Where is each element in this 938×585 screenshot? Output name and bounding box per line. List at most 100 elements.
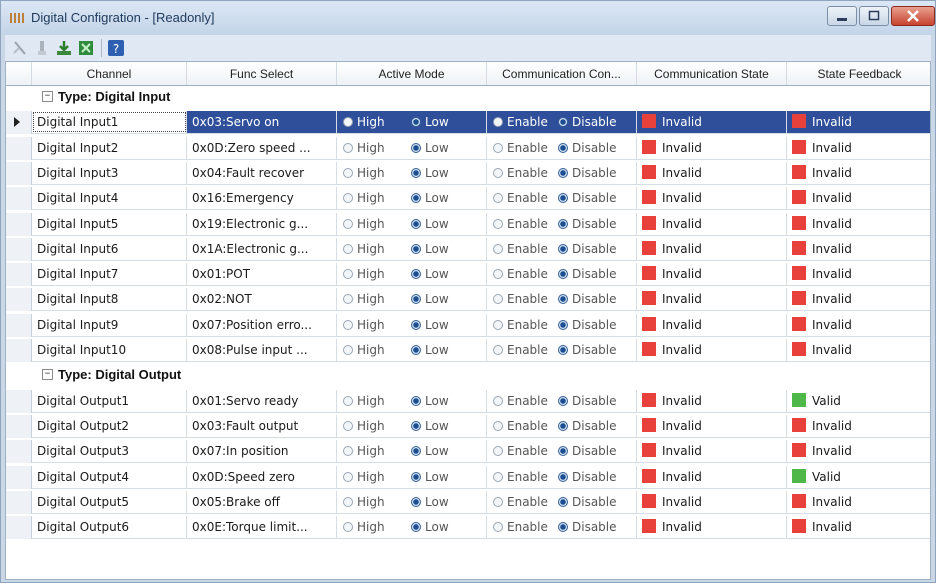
radio-low-icon[interactable]: [411, 269, 421, 280]
func-select-cell[interactable]: 0x0D:Zero speed ...: [187, 136, 337, 159]
active-mode-high-option[interactable]: High: [343, 415, 385, 437]
column-header-active-mode[interactable]: Active Mode: [337, 62, 487, 86]
radio-high-icon[interactable]: [343, 395, 353, 406]
active-mode-high-option[interactable]: High: [343, 491, 385, 513]
row-selector[interactable]: [6, 187, 32, 211]
group-header-row[interactable]: − Type: Digital Output: [6, 364, 930, 387]
func-select-cell[interactable]: 0x1A:Electronic g...: [187, 237, 337, 260]
radio-enable-icon[interactable]: [493, 167, 503, 178]
comm-disable-option[interactable]: Disable: [558, 415, 617, 437]
channel-cell[interactable]: Digital Input9: [32, 313, 187, 336]
active-mode-low-option[interactable]: Low: [411, 466, 449, 488]
radio-disable-icon[interactable]: [558, 269, 568, 280]
radio-high-icon[interactable]: [343, 218, 353, 229]
comm-disable-option[interactable]: Disable: [558, 238, 617, 260]
row-selector[interactable]: [6, 465, 32, 489]
active-mode-high-option[interactable]: High: [343, 137, 385, 159]
active-mode-high-option[interactable]: High: [343, 288, 385, 310]
table-row[interactable]: Digital Input1 0x03:Servo on High Low Enable…: [6, 111, 930, 135]
collapse-toggle-icon[interactable]: −: [42, 91, 53, 102]
radio-low-icon[interactable]: [411, 319, 421, 330]
table-row[interactable]: Digital Input9 0x07:Position erro... High L…: [6, 313, 930, 337]
radio-low-icon[interactable]: [411, 294, 421, 305]
channel-cell[interactable]: Digital Input4: [32, 187, 187, 210]
radio-enable-icon[interactable]: [493, 446, 503, 457]
active-mode-low-option[interactable]: Low: [411, 111, 449, 133]
table-row[interactable]: Digital Input7 0x01:POT High Low Enable Disab…: [6, 263, 930, 287]
comm-disable-option[interactable]: Disable: [558, 187, 617, 209]
radio-high-icon[interactable]: [343, 142, 353, 153]
radio-low-icon[interactable]: [411, 117, 421, 128]
column-header-state-feedback[interactable]: State Feedback: [787, 62, 932, 86]
channel-cell[interactable]: Digital Input5: [32, 212, 187, 235]
active-mode-low-option[interactable]: Low: [411, 238, 449, 260]
func-select-cell[interactable]: 0x04:Fault recover: [187, 161, 337, 184]
comm-enable-option[interactable]: Enable: [493, 339, 548, 361]
row-selector[interactable]: [6, 237, 32, 261]
download-icon[interactable]: [55, 39, 73, 57]
radio-disable-icon[interactable]: [558, 117, 568, 128]
radio-enable-icon[interactable]: [493, 269, 503, 280]
func-select-cell[interactable]: 0x0D:Speed zero: [187, 465, 337, 488]
radio-enable-icon[interactable]: [493, 218, 503, 229]
table-row[interactable]: Digital Input4 0x16:Emergency High Low Enabl…: [6, 187, 930, 211]
column-header-func-select[interactable]: Func Select: [187, 62, 337, 86]
comm-disable-option[interactable]: Disable: [558, 466, 617, 488]
radio-low-icon[interactable]: [411, 395, 421, 406]
row-selector[interactable]: [6, 389, 32, 413]
column-header-communication-control[interactable]: Communication Con...: [487, 62, 637, 86]
radio-high-icon[interactable]: [343, 243, 353, 254]
func-select-cell[interactable]: 0x01:Servo ready: [187, 389, 337, 412]
radio-enable-icon[interactable]: [493, 193, 503, 204]
table-row[interactable]: Digital Input5 0x19:Electronic g... High Lo…: [6, 212, 930, 236]
row-selector[interactable]: [6, 263, 32, 287]
active-mode-high-option[interactable]: High: [343, 339, 385, 361]
radio-enable-icon[interactable]: [493, 117, 503, 128]
radio-low-icon[interactable]: [411, 420, 421, 431]
channel-cell[interactable]: Digital Output4: [32, 465, 187, 488]
comm-enable-option[interactable]: Enable: [493, 213, 548, 235]
func-select-cell[interactable]: 0x16:Emergency: [187, 187, 337, 210]
active-mode-high-option[interactable]: High: [343, 162, 385, 184]
func-select-cell[interactable]: 0x0E:Torque limit...: [187, 516, 337, 539]
radio-high-icon[interactable]: [343, 446, 353, 457]
radio-low-icon[interactable]: [411, 522, 421, 533]
active-mode-low-option[interactable]: Low: [411, 187, 449, 209]
table-row[interactable]: Digital Input8 0x02:NOT High Low Enable Disab…: [6, 288, 930, 312]
comm-enable-option[interactable]: Enable: [493, 516, 548, 538]
comm-disable-option[interactable]: Disable: [558, 339, 617, 361]
row-selector[interactable]: [6, 111, 32, 135]
comm-enable-option[interactable]: Enable: [493, 415, 548, 437]
comm-enable-option[interactable]: Enable: [493, 314, 548, 336]
comm-disable-option[interactable]: Disable: [558, 137, 617, 159]
func-select-cell[interactable]: 0x03:Servo on: [187, 111, 337, 134]
radio-enable-icon[interactable]: [493, 294, 503, 305]
comm-enable-option[interactable]: Enable: [493, 238, 548, 260]
active-mode-low-option[interactable]: Low: [411, 213, 449, 235]
table-row[interactable]: Digital Input3 0x04:Fault recover High Low E…: [6, 161, 930, 185]
row-selector[interactable]: [6, 136, 32, 160]
radio-high-icon[interactable]: [343, 294, 353, 305]
channel-cell[interactable]: Digital Input8: [32, 288, 187, 311]
channel-cell[interactable]: Digital Input3: [32, 161, 187, 184]
radio-disable-icon[interactable]: [558, 167, 568, 178]
radio-high-icon[interactable]: [343, 496, 353, 507]
comm-disable-option[interactable]: Disable: [558, 390, 617, 412]
comm-enable-option[interactable]: Enable: [493, 111, 548, 133]
comm-enable-option[interactable]: Enable: [493, 187, 548, 209]
row-selector[interactable]: [6, 161, 32, 185]
column-header-communication-state[interactable]: Communication State: [637, 62, 787, 86]
table-row[interactable]: Digital Input2 0x0D:Zero speed ... High Low…: [6, 136, 930, 160]
comm-enable-option[interactable]: Enable: [493, 440, 548, 462]
comm-disable-option[interactable]: Disable: [558, 263, 617, 285]
row-selector[interactable]: [6, 440, 32, 464]
active-mode-low-option[interactable]: Low: [411, 339, 449, 361]
row-selector[interactable]: [6, 313, 32, 337]
channel-cell[interactable]: Digital Output5: [32, 490, 187, 513]
radio-disable-icon[interactable]: [558, 446, 568, 457]
row-selector[interactable]: [6, 339, 32, 362]
radio-high-icon[interactable]: [343, 193, 353, 204]
table-row[interactable]: Digital Input10 0x08:Pulse input ... High L…: [6, 339, 930, 362]
channel-cell[interactable]: Digital Input7: [32, 263, 187, 286]
comm-disable-option[interactable]: Disable: [558, 162, 617, 184]
